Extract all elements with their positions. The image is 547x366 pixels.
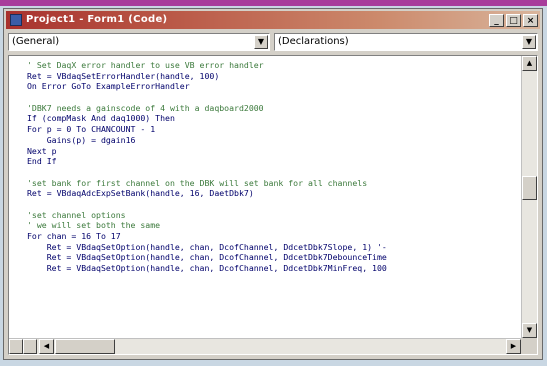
code-comment-line[interactable]: 'set bank for first channel on the DBK w… [27, 178, 519, 189]
code-line[interactable]: Ret = VBdaqAdcExpSetBank(handle, 16, Dae… [27, 188, 519, 199]
close-button[interactable]: × [523, 13, 538, 27]
scroll-down-icon[interactable]: ▼ [522, 323, 537, 338]
horizontal-scrollbar[interactable]: ◀ ▶ [9, 338, 521, 354]
chevron-down-icon[interactable]: ▼ [522, 35, 536, 49]
scroll-corner [521, 338, 537, 354]
chevron-down-icon[interactable]: ▼ [254, 35, 268, 49]
code-comment-line[interactable]: 'set channel options [27, 210, 519, 221]
top-accent-bar [0, 0, 547, 6]
full-module-view-icon[interactable] [23, 339, 37, 354]
code-line[interactable]: Ret = VBdaqSetErrorHandler(handle, 100) [27, 71, 519, 82]
code-editor[interactable]: ' Set DaqX error handler to use VB error… [8, 55, 538, 355]
code-line[interactable]: Gains(p) = dgain16 [27, 135, 519, 146]
procedure-view-icon[interactable] [9, 339, 23, 354]
view-buttons [9, 339, 39, 354]
vertical-scroll-thumb[interactable] [522, 176, 537, 200]
code-line[interactable] [27, 92, 519, 103]
maximize-button[interactable]: □ [506, 13, 521, 27]
scroll-left-icon[interactable]: ◀ [39, 339, 54, 354]
code-line[interactable]: End If [27, 156, 519, 167]
scroll-right-icon[interactable]: ▶ [506, 339, 521, 354]
code-line[interactable] [27, 167, 519, 178]
code-line[interactable]: For chan = 16 To 17 [27, 231, 519, 242]
app-icon [10, 14, 22, 26]
code-area[interactable]: ' Set DaqX error handler to use VB error… [27, 60, 519, 336]
code-comment-line[interactable]: ' we will set both the same [27, 220, 519, 231]
object-combo[interactable]: (General) ▼ [8, 33, 270, 51]
code-line[interactable]: For p = 0 To CHANCOUNT - 1 [27, 124, 519, 135]
margin-indicator-bar[interactable] [9, 56, 23, 338]
object-combo-value: (General) [12, 36, 60, 47]
combo-row: (General) ▼ (Declarations) ▼ [8, 33, 538, 53]
code-line[interactable]: If (compMask And daq1000) Then [27, 113, 519, 124]
procedure-combo-value: (Declarations) [278, 36, 349, 47]
window-title: Project1 - Form1 (Code) [26, 14, 168, 25]
horizontal-scroll-thumb[interactable] [55, 339, 115, 354]
procedure-combo[interactable]: (Declarations) ▼ [274, 33, 538, 51]
code-window: Project1 - Form1 (Code) _ □ × (General) … [3, 8, 543, 360]
code-line[interactable]: On Error GoTo ExampleErrorHandler [27, 81, 519, 92]
code-line[interactable]: Next p [27, 146, 519, 157]
scroll-up-icon[interactable]: ▲ [522, 56, 537, 71]
vertical-scrollbar[interactable]: ▲ ▼ [521, 56, 537, 338]
code-line[interactable]: Ret = VBdaqSetOption(handle, chan, DcofC… [27, 252, 519, 263]
code-line[interactable] [27, 199, 519, 210]
code-comment-line[interactable]: ' Set DaqX error handler to use VB error… [27, 60, 519, 71]
title-bar[interactable]: Project1 - Form1 (Code) _ □ × [6, 11, 540, 29]
minimize-button[interactable]: _ [489, 13, 504, 27]
code-comment-line[interactable]: 'DBK7 needs a gainscode of 4 with a daqb… [27, 103, 519, 114]
code-line[interactable]: Ret = VBdaqSetOption(handle, chan, DcofC… [27, 263, 519, 274]
code-line[interactable]: Ret = VBdaqSetOption(handle, chan, DcofC… [27, 242, 519, 253]
